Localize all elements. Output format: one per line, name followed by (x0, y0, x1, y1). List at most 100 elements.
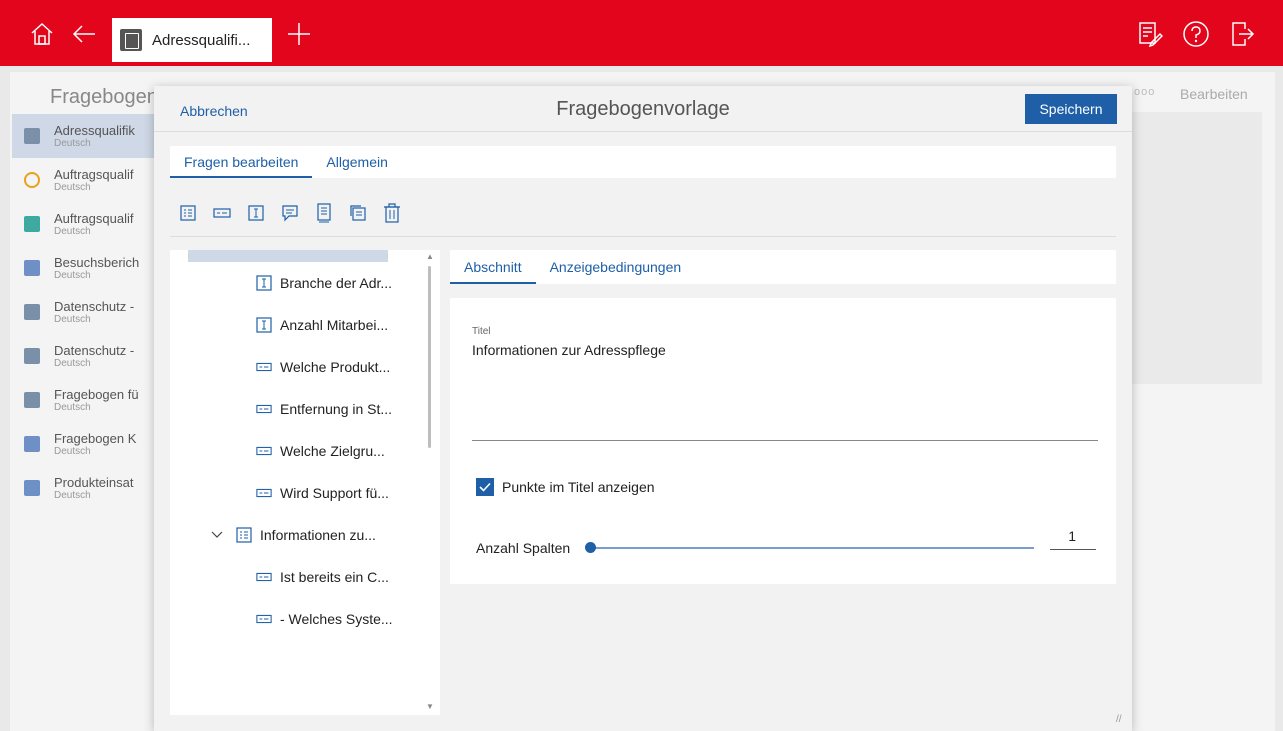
list-item[interactable]: Fragebogen K Deutsch (12, 422, 160, 466)
list-item[interactable]: Auftragsqualif Deutsch (12, 158, 160, 202)
title-field-label: Titel (472, 326, 491, 337)
list-item[interactable]: Datenschutz - Deutsch (12, 290, 160, 334)
dialog-title: Fragebogenvorlage (556, 98, 730, 120)
choice-icon (256, 443, 272, 459)
tree-section-node[interactable]: Informationen zu... (188, 250, 388, 262)
list-item[interactable]: Fragebogen fü Deutsch (12, 378, 160, 422)
dialog-header: Abbrechen Fragebogenvorlage Speichern (154, 86, 1132, 132)
tree-question-node[interactable]: Welche Zielgru... (188, 430, 388, 472)
add-tab-icon[interactable] (285, 20, 313, 48)
toolbar-divider (170, 236, 1116, 237)
show-points-label: Punkte im Titel anzeigen (502, 479, 655, 495)
title-field[interactable]: Informationen zur Adresspflege (472, 342, 666, 358)
columns-value-field[interactable]: 1 (1050, 528, 1096, 550)
list-item[interactable]: Datenschutz - Deutsch (12, 334, 160, 378)
question-toolbar (178, 202, 402, 226)
section-tabs: Abschnitt Anzeigebedingungen (450, 250, 1116, 284)
questionnaire-template-dialog: Abbrechen Fragebogenvorlage Speichern Fr… (154, 86, 1132, 731)
edit-button[interactable]: Bearbeiten (1180, 86, 1248, 102)
tree-question-node[interactable]: Wird Support fü... (188, 472, 389, 514)
contact-card-icon (24, 436, 40, 452)
list-item[interactable]: Adressqualifik Deutsch (12, 114, 160, 158)
list-item[interactable]: Besuchsberich Deutsch (12, 246, 160, 290)
list-item[interactable]: Produkteinsat Deutsch (12, 466, 160, 510)
show-points-checkbox[interactable] (476, 478, 494, 496)
list-item[interactable]: Auftragsqualif Deutsch (12, 202, 160, 246)
list-item-title: Datenschutz - (54, 299, 135, 314)
list-item-title: Adressqualifik (54, 123, 135, 138)
tab-label: Adressqualifi... (152, 31, 251, 49)
list-item-language: Deutsch (54, 358, 91, 369)
list-item-language: Deutsch (54, 402, 91, 413)
tab-edit-questions[interactable]: Fragen bearbeiten (170, 146, 313, 178)
section-properties-panel: Titel Informationen zur Adresspflege Pun… (450, 298, 1116, 584)
delete-icon[interactable] (382, 202, 402, 224)
building-icon (24, 392, 40, 408)
list-item-title: Produkteinsat (54, 475, 134, 490)
document-icon (120, 29, 142, 51)
add-text-field-icon[interactable] (246, 202, 266, 224)
help-icon[interactable] (1182, 20, 1210, 48)
hierarchy-icon (24, 216, 40, 232)
home-icon[interactable] (28, 20, 56, 48)
chevron-down-icon[interactable] (210, 528, 224, 542)
tree-node-label: Ist bereits ein C... (280, 569, 389, 585)
edit-notes-icon[interactable] (1136, 20, 1164, 48)
list-item-language: Deutsch (54, 314, 91, 325)
background-title: Fragebogen (50, 86, 158, 108)
tree-section-node[interactable]: Informationen zu... (188, 514, 388, 556)
open-document-tab[interactable]: Adressqualifi... (112, 18, 272, 62)
more-icon[interactable]: ooo (1134, 86, 1155, 98)
columns-slider-label: Anzahl Spalten (476, 540, 571, 556)
tab-general[interactable]: Allgemein (312, 146, 401, 178)
duplicate-icon[interactable] (348, 202, 368, 224)
list-item-title: Datenschutz - (54, 343, 135, 358)
scroll-down-icon[interactable]: ▼ (426, 702, 434, 711)
tree-node-label: Informationen zu... (260, 527, 376, 543)
tree-question-node[interactable]: Entfernung in St... (188, 388, 392, 430)
tab-section[interactable]: Abschnitt (450, 250, 536, 284)
add-comment-icon[interactable] (280, 202, 300, 224)
choice-icon (256, 569, 272, 585)
tree-node-label: Entfernung in St... (280, 401, 393, 417)
choice-icon (256, 485, 272, 501)
questionnaire-list: Adressqualifik Deutsch Auftragsqualif Deuts… (12, 114, 160, 510)
tree-node-label: Wird Support fü... (280, 485, 389, 501)
choice-icon (256, 401, 272, 417)
back-arrow-icon[interactable] (70, 20, 98, 48)
list-item-language: Deutsch (54, 138, 91, 149)
person-card-icon (24, 304, 40, 320)
resize-grip-icon[interactable]: // (1116, 714, 1122, 725)
question-tree: Informationen zu... Branche der Adr... Anz… (170, 250, 440, 715)
columns-slider-handle[interactable] (585, 542, 596, 553)
choice-icon (256, 611, 272, 627)
logout-icon[interactable] (1228, 20, 1256, 48)
tree-question-node[interactable]: Branche der Adr... (188, 262, 392, 304)
tree-question-node[interactable]: - Welches Syste... (188, 598, 393, 640)
save-button[interactable]: Speichern (1025, 94, 1117, 124)
list-item-language: Deutsch (54, 270, 91, 281)
list-item-language: Deutsch (54, 226, 91, 237)
building-icon (24, 128, 40, 144)
tree-question-node[interactable]: Anzahl Mitarbei... (188, 304, 388, 346)
list-item-title: Auftragsqualif (54, 211, 134, 226)
background-detail-panel (1132, 112, 1262, 384)
scroll-up-icon[interactable]: ▲ (426, 252, 434, 261)
text-field-icon (256, 275, 272, 291)
tree-scrollbar[interactable] (428, 266, 431, 448)
title-field-underline (472, 440, 1098, 441)
tree-question-node[interactable]: Ist bereits ein C... (188, 556, 389, 598)
dialog-tabs: Fragen bearbeiten Allgemein (170, 146, 1116, 178)
list-item-language: Deutsch (54, 446, 91, 457)
list-item-language: Deutsch (54, 490, 91, 501)
add-document-icon[interactable] (314, 202, 334, 224)
columns-slider-track[interactable] (590, 547, 1034, 549)
tree-node-label: - Welches Syste... (280, 611, 393, 627)
tree-node-label: Anzahl Mitarbei... (280, 317, 389, 333)
tree-question-node[interactable]: Welche Produkt... (188, 346, 390, 388)
tab-display-conditions[interactable]: Anzeigebedingungen (536, 250, 696, 284)
list-item-title: Fragebogen fü (54, 387, 139, 402)
add-section-icon[interactable] (178, 202, 198, 224)
add-choice-icon[interactable] (212, 202, 232, 224)
list-item-title: Besuchsberich (54, 255, 140, 270)
